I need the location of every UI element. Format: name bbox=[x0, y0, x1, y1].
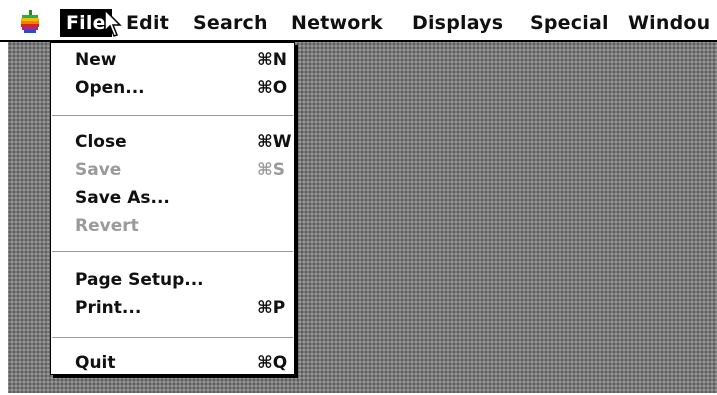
menu-separator bbox=[52, 251, 293, 252]
menu-separator bbox=[52, 337, 293, 338]
menu-network[interactable]: Network bbox=[291, 9, 383, 37]
shortcut-label: ⌘P bbox=[257, 298, 286, 318]
screen: File Edit Search Network Displays Specia… bbox=[0, 0, 717, 395]
menu-item-label: Save bbox=[75, 160, 122, 180]
menu-item-label: Page Setup... bbox=[75, 270, 204, 290]
menu-search[interactable]: Search bbox=[193, 9, 268, 37]
shortcut-label: ⌘O bbox=[257, 78, 288, 98]
menu-item-quit[interactable]: Quit ⌘Q bbox=[75, 349, 290, 377]
shortcut-label: ⌘Q bbox=[257, 353, 288, 373]
menu-item-label: Print... bbox=[75, 298, 142, 318]
menu-edit[interactable]: Edit bbox=[126, 9, 169, 37]
shortcut-label: ⌘W bbox=[257, 132, 292, 152]
menu-item-revert: Revert bbox=[75, 212, 290, 240]
menu-item-save-as[interactable]: Save As... bbox=[75, 184, 290, 212]
menu-item-label: New bbox=[75, 50, 117, 70]
menu-item-label: Close bbox=[75, 132, 127, 152]
menu-item-label: Save As... bbox=[75, 188, 170, 208]
menu-displays[interactable]: Displays bbox=[412, 9, 503, 37]
menu-item-label: Revert bbox=[75, 216, 139, 236]
menu-item-open[interactable]: Open... ⌘O bbox=[75, 74, 290, 102]
menu-item-label: Quit bbox=[75, 353, 116, 373]
shortcut-label: ⌘N bbox=[257, 50, 287, 70]
file-menu-dropdown: New ⌘N Open... ⌘O Close ⌘W Save ⌘S Save … bbox=[50, 42, 295, 375]
menu-item-close[interactable]: Close ⌘W bbox=[75, 128, 292, 156]
menu-separator bbox=[52, 115, 293, 116]
apple-icon[interactable] bbox=[19, 10, 41, 34]
shortcut-label: ⌘S bbox=[257, 160, 286, 180]
menu-windows[interactable]: Windou bbox=[628, 9, 710, 37]
arrow-cursor-icon bbox=[104, 9, 122, 37]
menu-item-print[interactable]: Print... ⌘P bbox=[75, 294, 290, 322]
menu-item-save: Save ⌘S bbox=[75, 156, 290, 184]
menu-item-label: Open... bbox=[75, 78, 145, 98]
menu-item-new[interactable]: New ⌘N bbox=[75, 46, 290, 74]
menu-special[interactable]: Special bbox=[530, 9, 609, 37]
menu-item-page-setup[interactable]: Page Setup... bbox=[75, 266, 290, 294]
